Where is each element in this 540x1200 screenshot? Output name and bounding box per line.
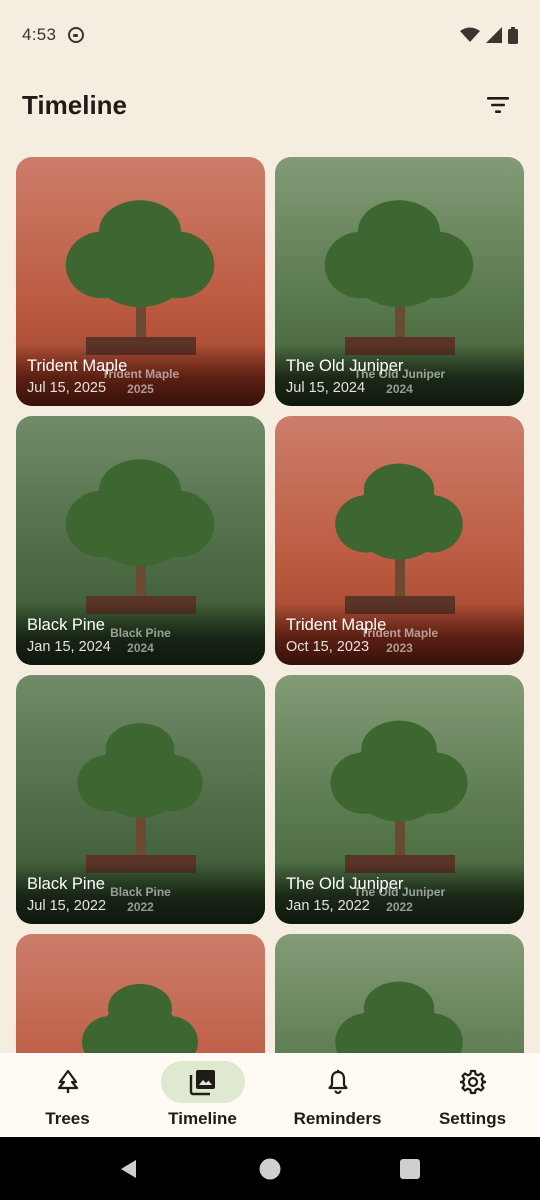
nav-label: Trees (45, 1109, 90, 1128)
card-tree-name: Trident Maple (286, 616, 387, 634)
card-photo-date: Oct 15, 2023 (286, 639, 370, 655)
recents-icon[interactable] (400, 1158, 420, 1179)
timeline-photo-card[interactable]: The Old Juniper 2024 The Old Juniper Jul 15… (275, 157, 524, 406)
signal-icon (486, 27, 502, 43)
timeline-grid: Trident Maple 2025 Trident Maple Jul 15, 20… (16, 157, 524, 1053)
system-navigation-bar (0, 1137, 540, 1200)
card-photo-date: Jul 15, 2024 (286, 380, 366, 396)
timeline-photo-card[interactable] (16, 934, 265, 1053)
filter-list-icon (487, 97, 509, 113)
page-title: Timeline (22, 89, 128, 120)
nav-label: Timeline (168, 1109, 237, 1128)
timeline-photo-card[interactable]: Trident Maple 2025 Trident Maple Jul 15, 20… (16, 157, 265, 406)
timeline-photo-card[interactable]: The Old Juniper 2022 The Old Juniper Jan 15… (275, 675, 524, 924)
nav-item-timeline[interactable]: Timeline (135, 1053, 270, 1137)
nav-pill (431, 1061, 515, 1103)
card-tree-name: Trident Maple (27, 357, 128, 375)
bell-icon (327, 1069, 348, 1095)
card-tree-name: Black Pine (27, 875, 105, 893)
wifi-icon (460, 27, 480, 42)
card-photo-date: Jan 15, 2022 (286, 898, 370, 914)
battery-icon (508, 26, 518, 44)
status-indicators (460, 26, 518, 44)
top-app-bar: Timeline (0, 70, 540, 140)
nav-item-settings[interactable]: Settings (405, 1053, 540, 1137)
photo-library-icon (189, 1070, 215, 1096)
status-time: 4:53 (22, 25, 57, 44)
nav-pill (160, 1061, 245, 1103)
card-photo-date: Jul 15, 2022 (27, 898, 107, 914)
status-bar: 4:53 (0, 0, 540, 70)
tree-icon (57, 1069, 78, 1093)
nav-pill (26, 1061, 110, 1103)
back-icon[interactable] (118, 1158, 138, 1180)
card-tree-name: Black Pine (27, 616, 105, 634)
filter-button[interactable] (478, 85, 518, 125)
card-tree-name: The Old Juniper (286, 875, 404, 893)
gear-icon (459, 1069, 486, 1095)
card-photo-date: Jul 15, 2025 (27, 380, 107, 396)
bottom-navigation: Trees Timeline Reminders Settings (0, 1053, 540, 1137)
timeline-photo-card[interactable]: Black Pine 2022 Black Pine Jul 15, 2022 (16, 675, 265, 924)
timeline-photo-card[interactable] (275, 934, 524, 1053)
home-icon[interactable] (259, 1158, 281, 1180)
bonsai-illustration (82, 984, 198, 1053)
nav-item-trees[interactable]: Trees (0, 1053, 135, 1137)
nav-label: Settings (438, 1109, 507, 1128)
card-tree-name: The Old Juniper (286, 357, 404, 375)
card-photo-date: Jan 15, 2024 (27, 639, 111, 655)
timeline-photo-card[interactable]: Black Pine 2024 Black Pine Jan 15, 2024 (16, 416, 265, 665)
nav-pill (296, 1061, 380, 1103)
nav-label: Reminders (293, 1109, 382, 1128)
nav-item-reminders[interactable]: Reminders (270, 1053, 405, 1137)
app-notification-icon (68, 27, 85, 43)
timeline-photo-card[interactable]: Trident Maple 2023 Trident Maple Oct 15, 20… (275, 416, 524, 665)
bonsai-illustration (335, 981, 463, 1053)
